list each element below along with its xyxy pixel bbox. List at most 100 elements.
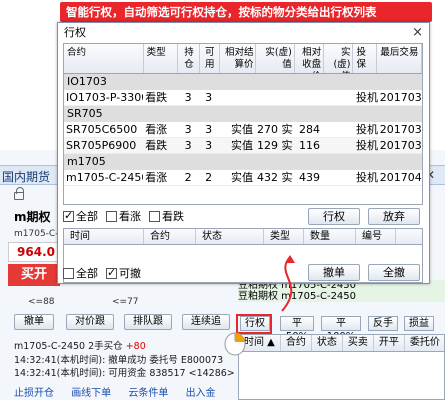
close-50-button[interactable]: 平50% bbox=[280, 316, 314, 342]
column-header[interactable]: 类型 bbox=[144, 44, 179, 73]
cell-avail: 3 bbox=[205, 123, 213, 136]
exercise-dialog: 行权 × 合约 类型 持仓 可用 相对结算价 实(虚)值 相对收盘价 实(虚)值… bbox=[57, 22, 430, 284]
close-100-button[interactable]: 平100% bbox=[321, 316, 361, 342]
abandon-button[interactable]: 放弃 bbox=[368, 208, 420, 225]
checkbox-label: 看涨 bbox=[119, 210, 141, 223]
column-header[interactable]: 最后交易 bbox=[377, 44, 422, 73]
column-header[interactable]: 合约 bbox=[144, 229, 196, 244]
cell-hold: 3 bbox=[184, 123, 192, 136]
table-header: 合约 类型 持仓 可用 相对结算价 实(虚)值 相对收盘价 实(虚)值 投保 最… bbox=[64, 44, 422, 74]
reverse-button[interactable]: 反手 bbox=[368, 316, 398, 331]
cell-avail: 3 bbox=[205, 139, 213, 152]
cell-hold: 3 bbox=[184, 91, 192, 104]
cell-moneyness: 实值 bbox=[230, 171, 253, 184]
table-row[interactable]: IO1703-P-3300 看跌 3 3 投机 201703 bbox=[64, 90, 422, 106]
column-header[interactable]: 买卖 bbox=[343, 335, 374, 351]
underlying-group[interactable]: SR705 bbox=[64, 106, 422, 122]
cell-value bbox=[293, 90, 322, 105]
checkbox-label: 全部 bbox=[76, 267, 98, 280]
order-list-panel: 时间 ▲ 合约 状态 买卖 开平 委托价 bbox=[238, 334, 445, 400]
dialog-title: 行权 bbox=[58, 23, 429, 43]
orders-cancelable-checkbox[interactable]: 可撤 bbox=[106, 265, 141, 281]
cancel-all-button[interactable]: 全撤 bbox=[368, 264, 420, 281]
filter-all-checkbox[interactable]: 全部 bbox=[63, 208, 98, 224]
cell-avail: 2 bbox=[205, 171, 213, 184]
lock-icon[interactable] bbox=[14, 187, 24, 200]
column-header[interactable]: 合约 bbox=[281, 335, 312, 351]
column-header[interactable]: 实(虚)值 bbox=[256, 44, 295, 73]
cell-value: 432 实值 bbox=[256, 171, 293, 184]
mouse-cursor-icon bbox=[224, 332, 246, 356]
checkbox-label: 全部 bbox=[76, 210, 98, 223]
column-header[interactable]: 实(虚)值 bbox=[324, 44, 354, 73]
cell-value: 284 bbox=[299, 123, 321, 136]
checkbox-label: 看跌 bbox=[162, 210, 184, 223]
filter-put-checkbox[interactable]: 看跌 bbox=[149, 208, 184, 224]
checkbox-label: 可撤 bbox=[119, 267, 141, 280]
chase-button[interactable]: 连续追 bbox=[182, 314, 230, 330]
column-header[interactable]: 数量 bbox=[304, 229, 356, 244]
column-header[interactable]: 状态 bbox=[196, 229, 264, 244]
column-header[interactable]: 投保 bbox=[353, 44, 378, 73]
price-input[interactable]: 964.0 bbox=[8, 242, 60, 262]
cell-hedge: 投机 bbox=[356, 171, 378, 184]
stop-loss-open-link[interactable]: 止损开仓 bbox=[14, 388, 54, 399]
order-filter-checkboxes: 全部 可撤 bbox=[63, 264, 263, 282]
cell-value: 129 实值 bbox=[256, 139, 293, 152]
cell-last-trade: 201703 bbox=[379, 91, 422, 104]
cell-last-trade: 201703 bbox=[379, 123, 422, 136]
cell-value: 270 实值 bbox=[256, 123, 293, 136]
checkbox-checked[interactable] bbox=[106, 266, 117, 279]
underlying-group[interactable]: IO1703 bbox=[64, 74, 422, 90]
column-header[interactable]: 委托价 bbox=[405, 335, 445, 351]
cell-value: 116 bbox=[299, 139, 321, 152]
fund-transfer-link[interactable]: 出入金 bbox=[186, 388, 216, 399]
table-row[interactable]: m1705-C-2450 看涨 2 2 实值 432 实值 439 投机 201… bbox=[64, 170, 422, 186]
table-row[interactable]: SR705C6500 看涨 3 3 实值 270 实值 284 投机 20170… bbox=[64, 122, 422, 138]
pnl-button[interactable]: 损益 bbox=[404, 316, 434, 331]
column-header[interactable]: 时间 bbox=[64, 229, 144, 244]
cell-value: 439 bbox=[299, 171, 321, 184]
cell-moneyness bbox=[219, 90, 255, 105]
column-header[interactable]: 相对收盘价 bbox=[295, 44, 325, 73]
queue-price-button[interactable]: 排队跟 bbox=[124, 314, 172, 330]
column-header[interactable]: 合约 bbox=[64, 44, 144, 73]
position-info: m1705-C-2450 2手买仓 +80 bbox=[14, 341, 146, 352]
checkbox-unchecked[interactable] bbox=[106, 210, 117, 222]
checkbox-checked[interactable] bbox=[63, 209, 74, 222]
counter-price-button[interactable]: 对价跟 bbox=[66, 314, 114, 330]
cancel-order-button[interactable]: 撤单 bbox=[14, 314, 54, 330]
column-header[interactable]: 类型 bbox=[264, 229, 304, 244]
cell-contract: m1705-C-2450 bbox=[66, 171, 144, 184]
checkbox-unchecked[interactable] bbox=[63, 267, 74, 279]
table-row[interactable]: SR705P6900 看跌 3 3 实值 129 实值 116 投机 20170… bbox=[64, 138, 422, 154]
order-list-header: 时间 ▲ 合约 状态 买卖 开平 委托价 bbox=[239, 335, 445, 352]
exercisable-positions-table: 合约 类型 持仓 可用 相对结算价 实(虚)值 相对收盘价 实(虚)值 投保 最… bbox=[63, 43, 423, 205]
draw-line-order-link[interactable]: 画线下单 bbox=[71, 388, 111, 399]
close-icon[interactable]: × bbox=[412, 23, 423, 43]
underlying-group[interactable]: m1705 bbox=[64, 154, 422, 170]
cell-moneyness: 实值 bbox=[230, 123, 253, 136]
column-header[interactable]: 可用 bbox=[200, 44, 220, 73]
cell-hold: 2 bbox=[184, 171, 192, 184]
table-header: 时间 合约 状态 类型 数量 编号 bbox=[64, 229, 422, 245]
filter-call-checkbox[interactable]: 看涨 bbox=[106, 208, 141, 224]
checkbox-unchecked[interactable] bbox=[149, 210, 160, 222]
orders-all-checkbox[interactable]: 全部 bbox=[63, 265, 98, 281]
column-header[interactable]: 相对结算价 bbox=[220, 44, 257, 73]
cell-avail: 3 bbox=[205, 91, 213, 104]
cell-hedge: 投机 bbox=[356, 123, 378, 136]
column-header[interactable]: 编号 bbox=[356, 229, 396, 244]
feature-callout: 智能行权，自动筛选可行权持仓，按标的物分类给出行权列表 bbox=[60, 2, 432, 22]
dialog-exercise-button[interactable]: 行权 bbox=[308, 208, 360, 225]
cell-type: 看涨 bbox=[145, 123, 168, 136]
cloud-condition-order-link[interactable]: 云条件单 bbox=[128, 388, 168, 399]
buy-open-button[interactable]: 买开 bbox=[8, 264, 60, 286]
column-header[interactable]: 开平 bbox=[374, 335, 405, 351]
column-header[interactable]: 状态 bbox=[312, 335, 343, 351]
cancel-order-button[interactable]: 撤单 bbox=[308, 264, 360, 281]
cell-last-trade: 201704 bbox=[379, 171, 422, 184]
log-line: 14:32:41(本机时间): 撤单成功 委托号 E800073 bbox=[14, 355, 224, 366]
cell-type: 看跌 bbox=[145, 139, 168, 152]
column-header[interactable]: 持仓 bbox=[178, 44, 200, 73]
